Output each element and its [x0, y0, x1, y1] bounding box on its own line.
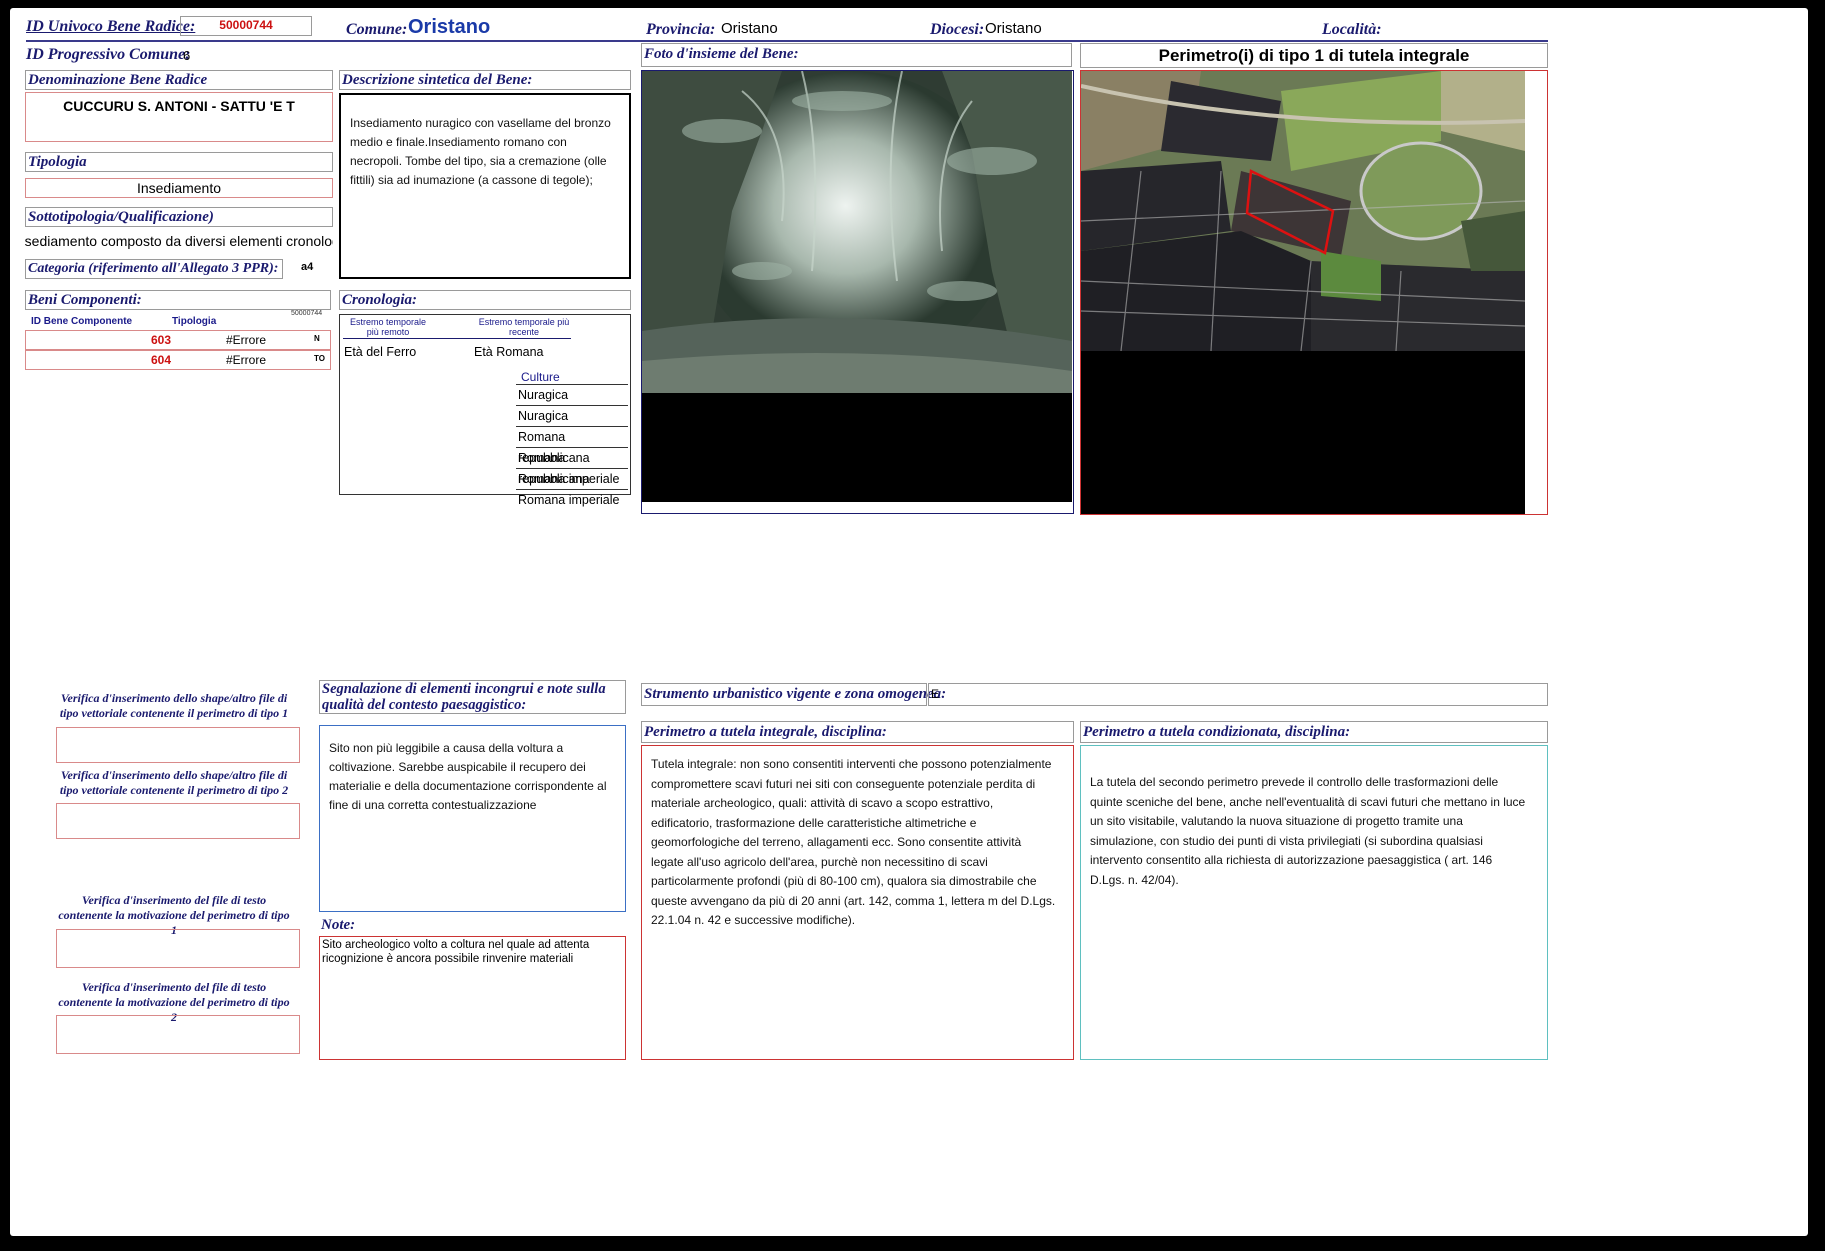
localita-label: Località:: [1322, 21, 1382, 38]
tipologia-label: Tipologia: [28, 154, 87, 170]
diocesi-value: Oristano: [985, 20, 1042, 37]
categoria-label: Categoria (riferimento all'Allegato 3 PP…: [28, 261, 279, 276]
id-progressivo-label: ID Progressivo Comune:: [26, 46, 191, 63]
segnalazione-text: Sito non più leggibile a causa della vol…: [329, 741, 607, 812]
denominazione-field[interactable]: CUCCURU S. ANTONI - SATTU 'E T: [25, 92, 333, 142]
perimetro-map: [1081, 71, 1525, 351]
beni-col-id: ID Bene Componente: [31, 316, 133, 327]
tipologia-value: Insediamento: [136, 180, 222, 196]
id-univoco-value: 50000744: [219, 18, 273, 32]
verifica-1-label: Verifica d'inserimento dello shape/altro…: [59, 691, 289, 720]
table-row[interactable]: 603 #Errore N: [25, 330, 331, 350]
beni-label-box: Beni Componenti:: [25, 290, 331, 310]
header-divider: [26, 40, 1548, 42]
perimetro-title: Perimetro(i) di tipo 1 di tutela integra…: [1158, 46, 1470, 65]
cronologia-label-box: Cronologia:: [339, 290, 631, 310]
sottotipologia-label-box: Sottotipologia/Qualificazione): [25, 207, 333, 227]
denominazione-label: Denominazione Bene Radice: [28, 72, 208, 88]
table-row[interactable]: 604 #Errore TO: [25, 350, 331, 370]
provincia-value: Oristano: [721, 20, 778, 37]
tutela-condizionata-label-box: Perimetro a tutela condizionata, discipl…: [1080, 721, 1548, 743]
foto-image: [642, 71, 1072, 393]
cronologia-label: Cronologia:: [342, 292, 418, 308]
verifica-3-field[interactable]: [56, 929, 300, 968]
id-univoco-field[interactable]: 50000744: [180, 16, 312, 36]
verifica-2-label: Verifica d'inserimento dello shape/altro…: [59, 768, 289, 797]
perimetro-title-box: Perimetro(i) di tipo 1 di tutela integra…: [1080, 43, 1548, 68]
note-label: Note:: [321, 917, 356, 933]
tipologia-field[interactable]: Insediamento: [25, 178, 333, 198]
strumento-label: Strumento urbanistico vigente e zona omo…: [644, 686, 947, 702]
foto-label-box: Foto d'insieme del Bene:: [641, 43, 1072, 67]
descrizione-field[interactable]: Insediamento nuragico con vasellame del …: [339, 93, 631, 279]
segnalazione-field[interactable]: Sito non più leggibile a causa della vol…: [319, 725, 626, 912]
verifica-1-field[interactable]: [56, 727, 300, 763]
note-text: Sito archeologico volto a coltura nel qu…: [322, 939, 590, 965]
tutela-condizionata-text: La tutela del secondo perimetro prevede …: [1090, 775, 1526, 887]
comune-label: Comune:: [346, 21, 408, 38]
beni-row-code: TO: [314, 354, 325, 363]
beni-row-code: N: [314, 334, 320, 343]
denominazione-label-box: Denominazione Bene Radice: [25, 70, 333, 90]
provincia-label: Provincia:: [646, 21, 716, 38]
cronologia-col-recente: Estremo temporale più recente: [478, 317, 570, 337]
cronologia-table: Estremo temporale più remoto Estremo tem…: [339, 314, 631, 507]
diocesi-label: Diocesi:: [930, 21, 985, 38]
perimetro-black-area: [1081, 351, 1525, 514]
id-progressivo-value: 6: [183, 48, 191, 63]
list-item: Nuragica: [516, 385, 628, 406]
culture-header: Culture: [516, 369, 628, 385]
strumento-field[interactable]: E: [928, 683, 1548, 706]
denominazione-value: CUCCURU S. ANTONI - SATTU 'E T: [63, 98, 295, 114]
foto-black-area: [642, 393, 1072, 502]
tutela-integrale-label-box: Perimetro a tutela integrale, disciplina…: [641, 721, 1074, 743]
sottotipologia-label: Sottotipologia/Qualificazione): [28, 209, 214, 225]
tutela-integrale-label: Perimetro a tutela integrale, disciplina…: [644, 724, 887, 740]
id-univoco-label: ID Univoco Bene Radice:: [26, 18, 196, 35]
tutela-integrale-text: Tutela integrale: non sono consentiti in…: [651, 757, 1056, 927]
strumento-value: E: [931, 687, 940, 701]
tutela-condizionata-label: Perimetro a tutela condizionata, discipl…: [1083, 724, 1351, 740]
foto-label: Foto d'insieme del Bene:: [644, 46, 799, 62]
categoria-label-box: Categoria (riferimento all'Allegato 3 PP…: [25, 259, 283, 279]
cronologia-recente-value: Età Romana: [474, 345, 544, 359]
tutela-integrale-field[interactable]: Tutela integrale: non sono consentiti in…: [641, 745, 1074, 1060]
beni-label: Beni Componenti:: [28, 292, 142, 308]
beni-row-id: 603: [150, 333, 171, 347]
list-item: Nuragica: [516, 406, 628, 427]
beni-row-id: 604: [150, 353, 171, 367]
segnalazione-label: Segnalazione di elementi incongrui e not…: [322, 681, 606, 713]
list-item: Romana imperiale: [518, 493, 620, 507]
tipologia-label-box: Tipologia: [25, 152, 333, 172]
beni-id-small: 50000744: [291, 310, 323, 317]
verifica-4-field[interactable]: [56, 1015, 300, 1054]
sottotipologia-field[interactable]: Insediamento composto da diversi element…: [25, 232, 333, 252]
beni-col-tipologia: Tipologia: [172, 316, 217, 327]
cronologia-remoto-value: Età del Ferro: [344, 345, 417, 359]
cronologia-header-line: [343, 338, 571, 339]
tutela-condizionata-field[interactable]: La tutela del secondo perimetro prevede …: [1080, 745, 1548, 1060]
cronologia-col-remoto: Estremo temporale più remoto: [349, 317, 427, 337]
strumento-label-box: Strumento urbanistico vigente e zona omo…: [641, 683, 946, 706]
document-sheet: ID Univoco Bene Radice: 50000744 Comune:…: [10, 8, 1808, 1236]
comune-value: Oristano: [408, 16, 491, 38]
foto-frame: [641, 70, 1074, 514]
beni-row-tipo: #Errore: [226, 333, 267, 347]
descrizione-text: Insediamento nuragico con vasellame del …: [350, 116, 611, 187]
sottotipologia-value: Insediamento composto da diversi element…: [25, 233, 333, 249]
note-field[interactable]: Sito archeologico volto a coltura nel qu…: [319, 936, 626, 1060]
list-item: Romana repubblicana: [516, 427, 628, 465]
segnalazione-label-box: Segnalazione di elementi incongrui e not…: [319, 680, 626, 714]
verifica-2-field[interactable]: [56, 803, 300, 839]
categoria-value: a4: [301, 261, 314, 273]
descrizione-label: Descrizione sintetica del Bene:: [342, 72, 533, 88]
list-item: Romana imperiale: [516, 469, 628, 490]
perimetro-map-frame: [1080, 70, 1548, 515]
beni-row-tipo: #Errore: [226, 353, 267, 367]
descrizione-label-box: Descrizione sintetica del Bene:: [339, 70, 631, 90]
